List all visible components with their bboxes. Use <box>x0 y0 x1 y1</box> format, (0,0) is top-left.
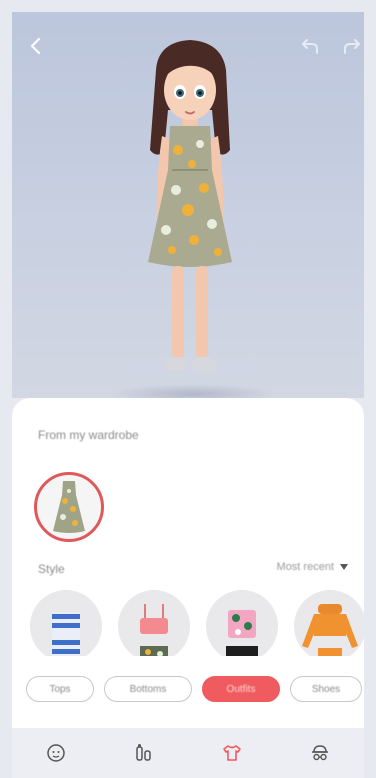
tab-outfits-label: Outfits <box>226 683 256 695</box>
clothing-item-orange-crop-top[interactable] <box>294 590 364 656</box>
chevron-left-icon <box>30 37 41 55</box>
tab-shoes-label: Shoes <box>311 683 341 695</box>
tab-tops-label: Tops <box>49 683 71 695</box>
clothing-item-floral-top[interactable] <box>206 590 278 656</box>
undo-icon <box>302 39 318 54</box>
wardrobe-section-label: From my wardrobe <box>38 428 139 442</box>
dress-icon <box>53 481 85 533</box>
face-icon <box>47 744 65 762</box>
redo-button[interactable] <box>340 34 364 58</box>
caret-down-icon <box>340 564 348 570</box>
nav-accessory-button[interactable] <box>306 739 334 767</box>
clothing-items-row <box>30 590 364 656</box>
undo-button[interactable] <box>298 34 322 58</box>
avatar-figure <box>120 40 260 380</box>
clothing-item-pink-crop-top[interactable] <box>118 590 190 656</box>
tab-shoes[interactable]: Shoes <box>290 676 362 702</box>
back-button[interactable] <box>24 34 48 58</box>
shirt-icon <box>223 745 241 761</box>
style-sort-value: Most recent <box>276 561 334 573</box>
style-sort-dropdown[interactable]: Most recent <box>277 561 348 573</box>
nav-body-button[interactable] <box>130 739 158 767</box>
body-icon <box>136 744 151 761</box>
tab-bottoms[interactable]: Bottoms <box>104 676 192 702</box>
selected-wardrobe-item[interactable] <box>34 472 104 542</box>
bottom-navigation <box>12 728 364 778</box>
nav-face-button[interactable] <box>42 739 70 767</box>
clothing-item-striped-top[interactable] <box>30 590 102 656</box>
wardrobe-panel: From my wardrobe Style Most recent Tops … <box>12 398 364 728</box>
style-section-label: Style <box>38 562 65 576</box>
tab-tops[interactable]: Tops <box>26 676 94 702</box>
tab-outfits[interactable]: Outfits <box>202 676 280 702</box>
redo-icon <box>344 39 360 54</box>
accessory-icon <box>312 745 328 761</box>
tab-bottoms-label: Bottoms <box>129 683 167 695</box>
category-tabs: Tops Bottoms Outfits Shoes <box>26 676 362 704</box>
nav-clothing-button[interactable] <box>218 739 246 767</box>
